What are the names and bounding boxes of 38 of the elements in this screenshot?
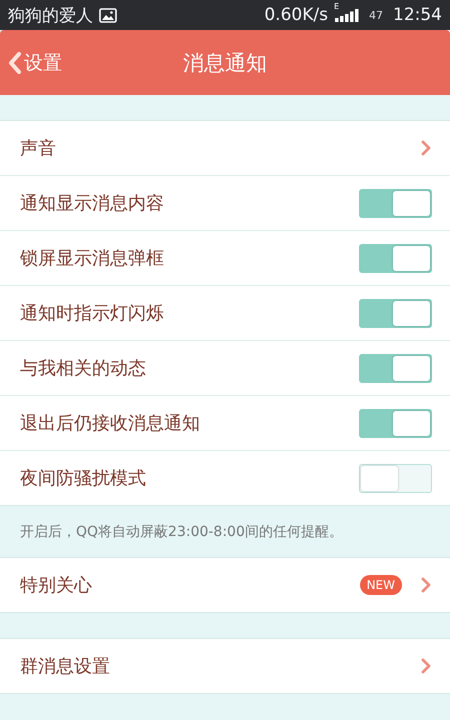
- new-badge: NEW: [360, 575, 402, 595]
- setting-label: 锁屏显示消息弹框: [20, 247, 165, 270]
- settings-row[interactable]: 特别关心 NEW: [0, 558, 450, 612]
- settings-row[interactable]: 锁屏显示消息弹框: [0, 230, 450, 285]
- notification-text: 狗狗的爱人: [8, 4, 93, 26]
- settings-row[interactable]: 与我相关的动态: [0, 340, 450, 395]
- setting-label: 通知显示消息内容: [20, 192, 165, 215]
- toggle-switch[interactable]: [359, 188, 432, 218]
- signal-icon: [335, 8, 359, 22]
- network-type: E: [334, 2, 339, 11]
- page-title: 消息通知: [183, 50, 267, 76]
- settings-row[interactable]: 夜间防骚扰模式: [0, 450, 450, 505]
- settings-row[interactable]: 通知显示消息内容: [0, 175, 450, 230]
- toggle-switch[interactable]: [359, 464, 432, 492]
- toggle-switch[interactable]: [359, 408, 432, 438]
- back-icon: [8, 50, 22, 74]
- toggle-switch[interactable]: [359, 244, 432, 272]
- hint-text: 开启后，QQ将自动屏蔽23:00-8:00间的任何提醒。: [19, 523, 344, 542]
- setting-label: 退出后仍接收消息通知: [20, 412, 201, 435]
- network-speed: 0.60K/s: [264, 5, 328, 25]
- setting-label: 通知时指示灯闪烁: [20, 302, 165, 325]
- chevron-icon: [420, 576, 432, 594]
- toggle-switch[interactable]: [359, 298, 432, 328]
- battery-level: 47: [369, 8, 383, 22]
- setting-label: 夜间防骚扰模式: [20, 467, 147, 490]
- setting-label: 声音: [20, 137, 57, 160]
- setting-label: 群消息设置: [20, 655, 111, 678]
- settings-row[interactable]: 群消息设置: [0, 639, 450, 693]
- clock: 12:54: [393, 5, 442, 25]
- settings-row[interactable]: 声音: [0, 121, 450, 175]
- settings-row[interactable]: 退出后仍接收消息通知: [0, 395, 450, 450]
- setting-label: 特别关心: [20, 574, 93, 597]
- image-icon: [99, 8, 117, 22]
- chevron-icon: [420, 657, 432, 675]
- chevron-icon: [420, 139, 432, 157]
- setting-label: 与我相关的动态: [20, 357, 147, 380]
- toggle-switch[interactable]: [359, 354, 432, 382]
- settings-row[interactable]: 通知时指示灯闪烁: [0, 285, 450, 340]
